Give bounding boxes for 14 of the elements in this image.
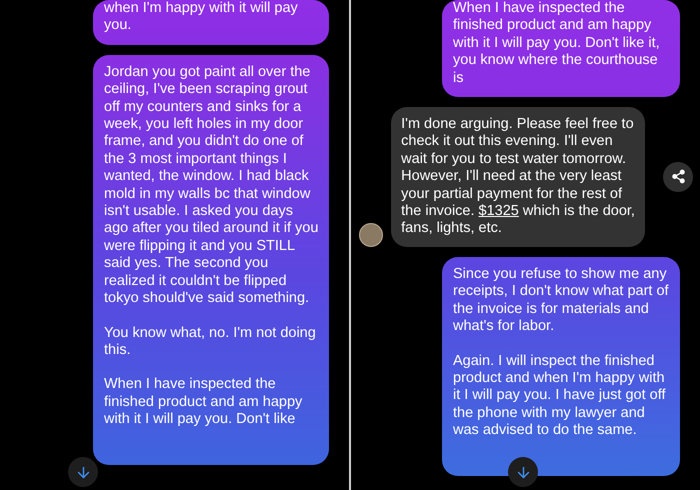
message-text: When I have inspected the finished product and am happy with it I will pay you. Don't like (104, 376, 304, 429)
share-button[interactable] (663, 162, 694, 192)
scroll-down-button[interactable] (68, 457, 98, 487)
message-text: Again. I will inspect the finished product and when I'm happy with it I will pay you. I have just got off the phone with my lawyer and was advised to do the same. (453, 352, 667, 440)
message-text: I'm done arguing. Please feel free to check it out this evening. I'll even wait for you to test water tomorrow. However, I'll need at the very least your partial payment for the rest of the invoice. $1325 which is the door, fans, lights, etc. (401, 116, 636, 238)
avatar-placeholder (359, 222, 384, 247)
scroll-down-button[interactable] (508, 457, 538, 487)
share-icon (670, 169, 686, 184)
amount-link[interactable]: $1325 (478, 203, 519, 220)
message-text: When I have inspected the finished product and am happy with it I will pay you. Don't like it, you know where the courthouse is (453, 0, 661, 88)
message-text: Since you refuse to show me any receipts, I don't know what part of the invoice is for materials and what's for labor. (453, 266, 670, 336)
message-text: Jordan you got paint all over the ceiling, I've been scraping grout off my counters and sinks for a week, you left holes in my door frame, and you didn't do one of the 3 most important things I wanted, the window. I had black mold in my walls bc that window isn't usable. I asked you days ago after you tiled around it if you were flipping it and you STILL said yes. The second you realized it couldn't be flipped tokyo should've said something. (104, 64, 320, 308)
message-text: when I'm happy with it will pay you. (104, 0, 299, 35)
message-text: You know what, no. I'm not doing this. (104, 324, 317, 360)
